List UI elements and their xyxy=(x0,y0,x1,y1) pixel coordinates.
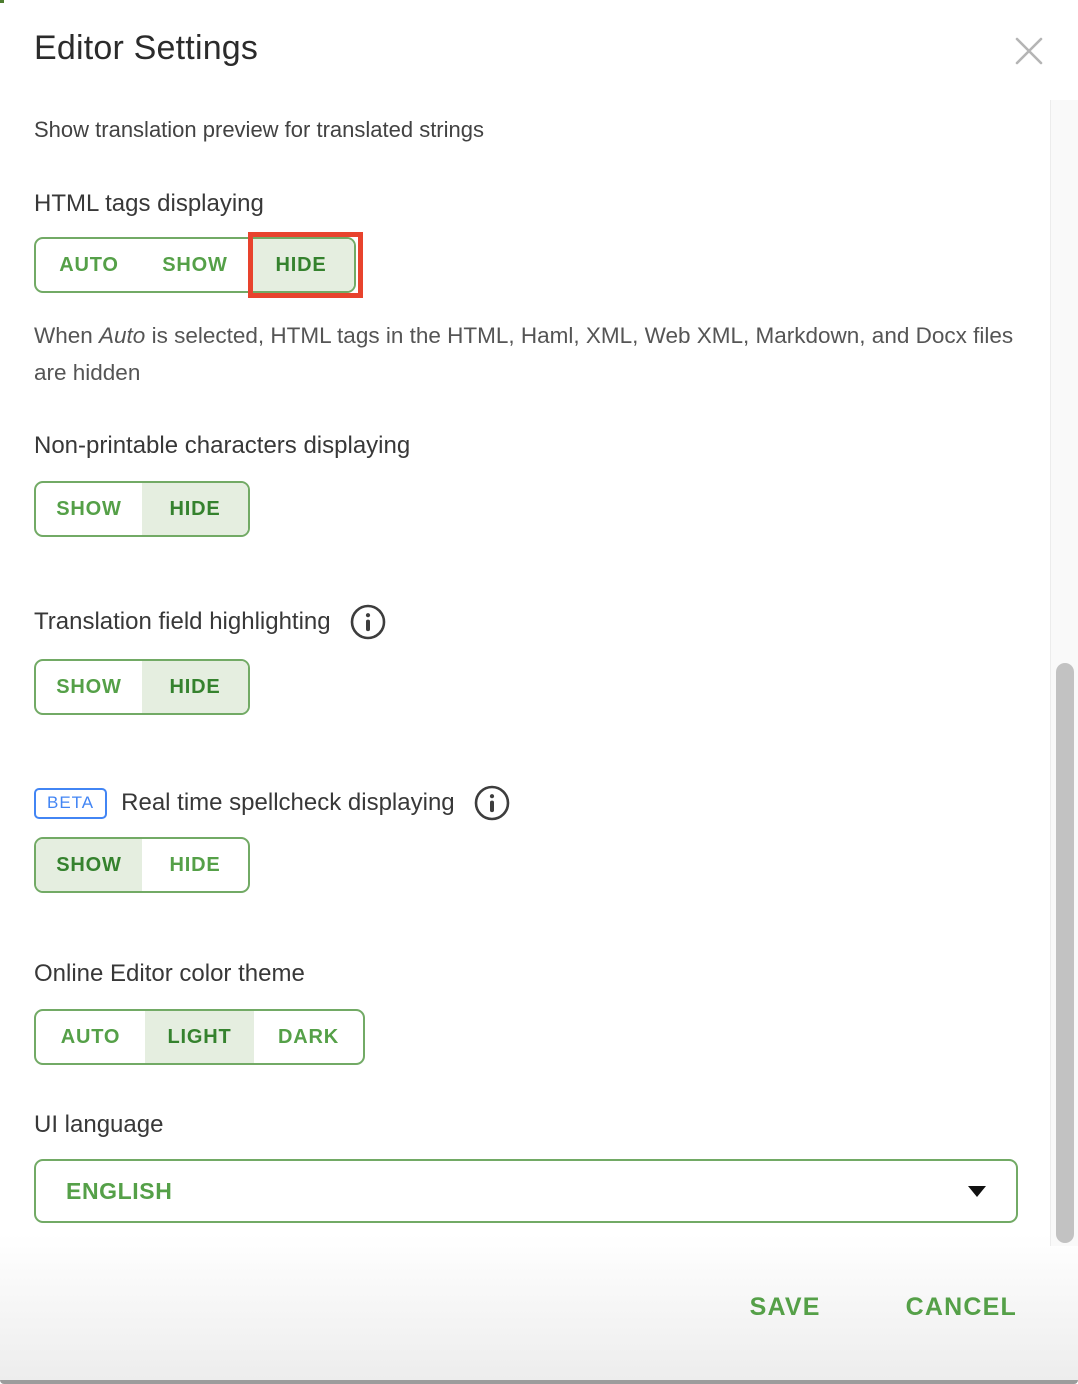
dialog-footer: SAVE CANCEL xyxy=(0,1234,1078,1380)
close-icon xyxy=(1010,32,1048,75)
info-icon[interactable] xyxy=(349,603,387,641)
html-tags-option-hide[interactable]: HIDE xyxy=(248,239,354,291)
description-text: is selected, HTML tags in the HTML, Haml… xyxy=(34,323,1013,385)
chevron-down-icon xyxy=(968,1186,986,1197)
html-tags-label: HTML tags displaying xyxy=(34,189,1018,219)
html-tags-description: When Auto is selected, HTML tags in the … xyxy=(34,317,1046,391)
dialog-header: Editor Settings xyxy=(0,0,1078,70)
html-tags-option-auto[interactable]: AUTO xyxy=(36,239,142,291)
info-icon[interactable] xyxy=(473,784,511,822)
color-theme-option-auto[interactable]: AUTO xyxy=(36,1011,145,1063)
field-highlighting-control: SHOW HIDE xyxy=(34,659,250,715)
non-printable-control: SHOW HIDE xyxy=(34,481,250,537)
close-button[interactable] xyxy=(1008,32,1050,74)
html-tags-control: AUTO SHOW HIDE xyxy=(34,237,356,293)
ui-language-value: ENGLISH xyxy=(66,1178,172,1205)
field-highlighting-row: Translation field highlighting xyxy=(34,603,1018,641)
beta-badge: BETA xyxy=(34,788,107,819)
screenshot-corner-artifact xyxy=(0,0,4,3)
dialog-title: Editor Settings xyxy=(34,26,1044,70)
non-printable-label: Non-printable characters displaying xyxy=(34,431,1018,461)
translation-preview-label: Show translation preview for translated … xyxy=(34,117,1018,143)
cancel-button[interactable]: CANCEL xyxy=(906,1293,1017,1322)
scrollbar-track[interactable] xyxy=(1050,100,1078,1246)
field-highlighting-label: Translation field highlighting xyxy=(34,607,331,637)
dialog-bottom-edge xyxy=(0,1380,1078,1384)
save-button[interactable]: SAVE xyxy=(750,1293,821,1322)
non-printable-option-show[interactable]: SHOW xyxy=(36,483,142,535)
color-theme-control: AUTO LIGHT DARK xyxy=(34,1009,365,1065)
description-italic-text: Auto xyxy=(99,323,145,348)
color-theme-option-dark[interactable]: DARK xyxy=(254,1011,363,1063)
spellcheck-control: SHOW HIDE xyxy=(34,837,250,893)
ui-language-label: UI language xyxy=(34,1110,1018,1140)
ui-language-select[interactable]: ENGLISH xyxy=(34,1159,1018,1223)
spellcheck-option-show[interactable]: SHOW xyxy=(36,839,142,891)
color-theme-option-light[interactable]: LIGHT xyxy=(145,1011,254,1063)
non-printable-option-hide[interactable]: HIDE xyxy=(142,483,248,535)
spellcheck-label: Real time spellcheck displaying xyxy=(121,788,455,818)
description-text: When xyxy=(34,323,99,348)
field-highlighting-option-hide[interactable]: HIDE xyxy=(142,661,248,713)
spellcheck-row: BETA Real time spellcheck displaying xyxy=(34,784,1018,822)
spellcheck-option-hide[interactable]: HIDE xyxy=(142,839,248,891)
field-highlighting-option-show[interactable]: SHOW xyxy=(36,661,142,713)
dialog-content: Show translation preview for translated … xyxy=(0,117,1078,1223)
html-tags-option-show[interactable]: SHOW xyxy=(142,239,248,291)
scrollbar-thumb[interactable] xyxy=(1056,663,1074,1243)
color-theme-label: Online Editor color theme xyxy=(34,959,1018,989)
